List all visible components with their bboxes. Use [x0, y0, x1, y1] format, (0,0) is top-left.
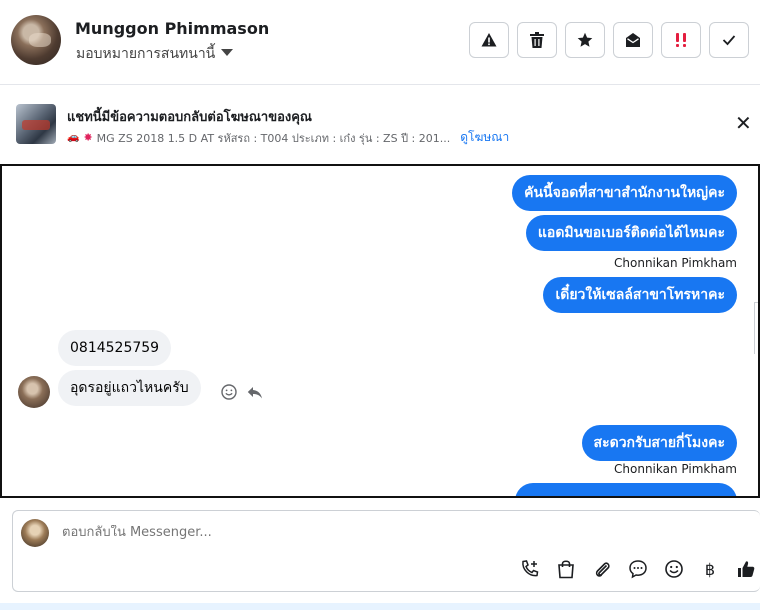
page-avatar: [21, 519, 49, 547]
view-ad-link[interactable]: ดูโฆษณา: [460, 128, 509, 147]
ad-details-text: MG ZS 2018 1.5 D AT รหัสรถ : T004 ประเภท…: [96, 131, 451, 145]
conversation-header: Munggon Phimmason มอบหมายการสนทนานี้: [0, 0, 760, 85]
caret-down-icon: [221, 49, 234, 56]
assign-conversation-dropdown[interactable]: มอบหมายการสนทนานี้: [76, 43, 234, 65]
car-emoji-icon: 🚗: [67, 132, 80, 143]
contact-avatar-small: [18, 376, 50, 408]
outgoing-message[interactable]: เดี๋ยวให้เซลล์สาขาโทรหาคะ: [543, 277, 737, 313]
side-panel-edge: [754, 302, 758, 354]
ad-banner-title: แชทนี้มีข้อความตอบกลับต่อโฆษณาของคุณ: [67, 110, 312, 125]
report-button[interactable]: [469, 22, 509, 58]
message-thread[interactable]: คันนี้จอดที่สาขาสำนักงานใหญ่คะ แอดมินขอเ…: [0, 164, 760, 498]
warning-icon: [481, 33, 497, 47]
ad-thumbnail[interactable]: [16, 104, 56, 144]
incoming-message[interactable]: 0814525759: [58, 330, 172, 366]
reply-composer: ฿: [12, 510, 760, 592]
assign-label: มอบหมายการสนทนานี้: [76, 46, 216, 62]
chat-bubble-icon[interactable]: [627, 558, 649, 580]
sender-name: Chonnikan Pimkham: [614, 462, 737, 476]
envelope-open-icon: [626, 33, 640, 47]
sparkle-emoji-icon: ✸: [83, 131, 93, 144]
reply-arrow-icon[interactable]: [247, 386, 263, 400]
paperclip-icon[interactable]: [591, 558, 613, 580]
mark-unread-button[interactable]: [613, 22, 653, 58]
incoming-message[interactable]: อุดรอยู่แถวไหนครับ: [58, 370, 201, 406]
baht-payment-icon[interactable]: ฿: [699, 558, 721, 580]
star-icon: [577, 32, 593, 47]
ad-context-banner: แชทนี้มีข้อความตอบกลับต่อโฆษณาของคุณ 🚗 ✸…: [0, 86, 760, 163]
outgoing-message[interactable]: คันนี้จอดที่สาขาสำนักงานใหญ่คะ: [512, 175, 737, 211]
emoji-icon[interactable]: [663, 558, 685, 580]
delete-button[interactable]: [517, 22, 557, 58]
check-icon: [722, 35, 736, 46]
sender-name: Chonnikan Pimkham: [614, 256, 737, 270]
outgoing-message[interactable]: สะดวกรับสายกี่โมงคะ: [581, 425, 737, 461]
contact-name[interactable]: Munggon Phimmason: [75, 19, 269, 38]
ad-details-row: 🚗 ✸ MG ZS 2018 1.5 D AT รหัสรถ : T004 ปร…: [67, 128, 509, 147]
double-exclamation-icon: [676, 33, 686, 47]
outgoing-message[interactable]: แอดมินขอเบอร์ติดต่อได้ไหมคะ: [525, 215, 737, 251]
thumbs-up-icon[interactable]: [735, 558, 757, 580]
react-smiley-icon[interactable]: [221, 384, 237, 400]
contact-avatar[interactable]: [11, 15, 61, 65]
star-button[interactable]: [565, 22, 605, 58]
shopping-bag-icon[interactable]: [555, 558, 577, 580]
outgoing-message-partial[interactable]: [515, 483, 737, 496]
trash-icon: [530, 32, 544, 48]
mark-important-button[interactable]: [661, 22, 701, 58]
reply-input[interactable]: [62, 525, 662, 540]
call-add-icon[interactable]: [519, 558, 541, 580]
close-icon[interactable]: ✕: [735, 113, 752, 133]
mark-done-button[interactable]: [709, 22, 749, 58]
footer-strip: [0, 603, 760, 610]
